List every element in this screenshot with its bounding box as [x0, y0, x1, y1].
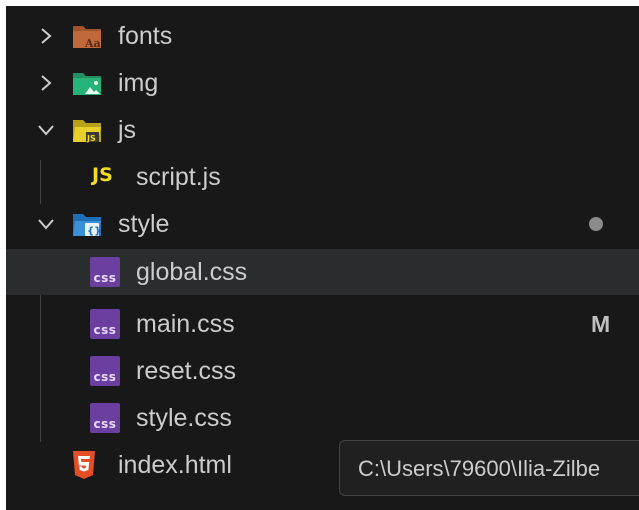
tree-item-img[interactable]: img — [6, 60, 639, 106]
chevron-right-icon — [41, 28, 52, 44]
css-file-icon: css — [90, 257, 120, 287]
tree-item-style-css[interactable]: css style.css — [6, 395, 639, 441]
tree-item-label: reset.css — [136, 357, 237, 385]
folder-js-icon: JS — [73, 120, 101, 143]
tree-item-label: style — [118, 210, 170, 238]
chevron-right-icon — [41, 75, 52, 91]
chevron-down-icon — [38, 125, 54, 136]
css-icon-text: css — [93, 271, 117, 285]
js-file-icon: JS — [92, 164, 113, 186]
modified-dot-icon — [589, 217, 603, 231]
tree-item-global-css[interactable]: css global.css — [6, 249, 639, 295]
folder-fonts-icon: Aa — [73, 26, 101, 50]
tree-item-label: script.js — [136, 163, 221, 191]
tree-item-js[interactable]: JS js — [6, 107, 639, 153]
css-file-icon: css — [90, 309, 120, 339]
css-file-icon: css — [90, 356, 120, 386]
tree-item-label: style.css — [136, 404, 232, 432]
tree-item-label: js — [118, 116, 137, 144]
tree-item-label: index.html — [118, 451, 232, 479]
tree-item-reset-css[interactable]: css reset.css — [6, 348, 639, 394]
folder-css-icon: {} — [73, 214, 101, 237]
tree-item-label: img — [118, 69, 159, 97]
chevron-down-icon — [38, 219, 54, 230]
html-file-icon — [73, 451, 95, 479]
folder-images-icon — [73, 73, 101, 95]
svg-text:JS: JS — [86, 134, 96, 143]
svg-text:{}: {} — [87, 226, 101, 237]
tree-item-label: global.css — [136, 258, 248, 286]
path-tooltip: C:\Users\79600\Ilia-Zilbe — [339, 440, 639, 496]
modified-badge: M — [591, 311, 611, 337]
file-explorer: Aa fonts img JS js JS script.js {} style… — [6, 6, 639, 510]
tree-item-script-js[interactable]: JS script.js — [6, 154, 639, 200]
svg-text:Aa: Aa — [84, 37, 101, 50]
tree-item-main-css[interactable]: css main.css M — [6, 301, 639, 347]
css-file-icon: css — [90, 403, 120, 433]
tree-item-label: main.css — [136, 310, 235, 338]
css-icon-text: css — [93, 323, 117, 337]
tree-item-label: fonts — [118, 22, 173, 50]
tree-item-style[interactable]: {} style — [6, 201, 639, 247]
css-icon-text: css — [93, 370, 117, 384]
tree-item-fonts[interactable]: Aa fonts — [6, 13, 639, 59]
css-icon-text: css — [93, 417, 117, 431]
